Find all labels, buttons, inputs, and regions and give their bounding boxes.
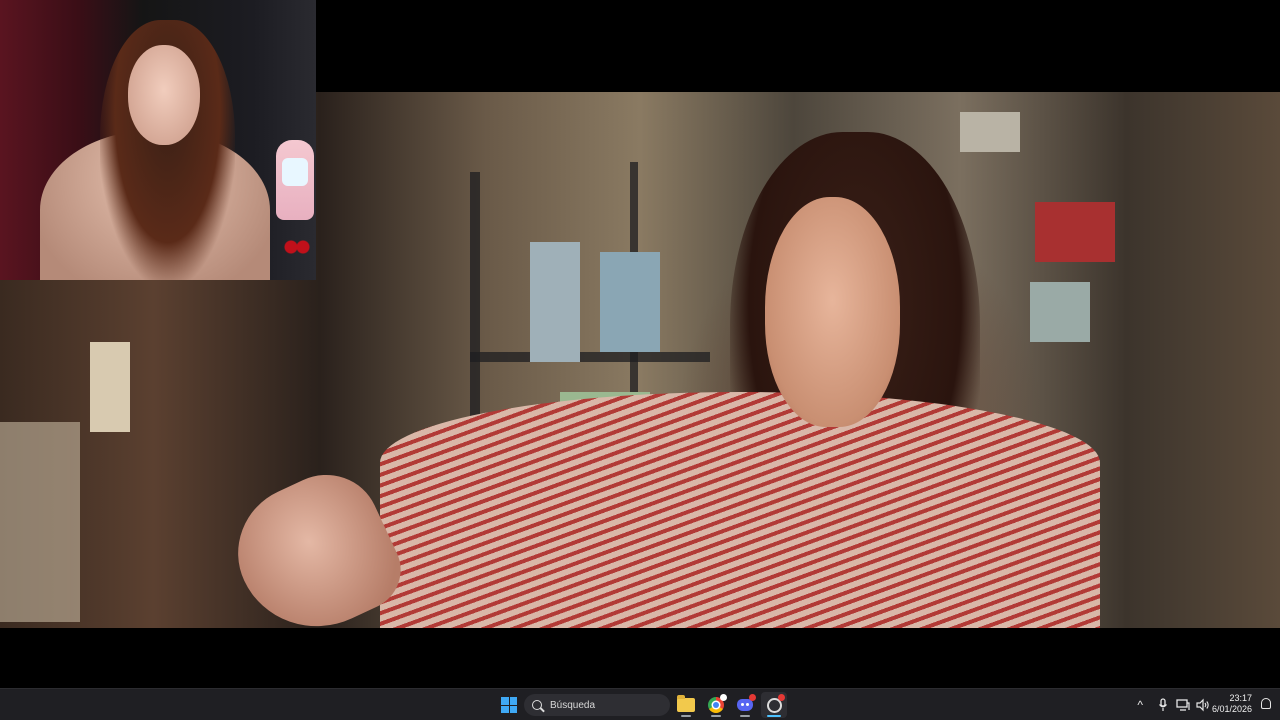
folder-icon [677,695,695,712]
network-icon[interactable] [1176,698,1190,716]
running-indicator [711,715,721,717]
active-indicator [767,715,781,717]
discord-button[interactable] [732,692,758,718]
file-explorer-button[interactable] [673,692,699,718]
clock-date: 6/01/2026 [1211,704,1252,714]
chrome-button[interactable] [703,692,729,718]
bookshelf-books [1030,282,1090,342]
taskbar: Búsqueda ^ 23:17 6/01/2026 [0,688,1280,720]
volume-icon[interactable] [1196,698,1210,716]
taskbar-search[interactable]: Búsqueda [524,694,670,716]
windows-icon [501,697,517,713]
box-item [600,252,660,352]
streamer-face [128,45,200,145]
obs-button[interactable] [761,692,787,718]
system-clock[interactable]: 23:17 6/01/2026 [1212,693,1252,715]
running-indicator [740,715,750,717]
recording-badge [778,694,785,701]
box-item [530,242,580,362]
bookshelf-books [960,112,1020,152]
running-indicator [681,715,691,717]
search-icon [532,700,542,710]
clock-time: 23:17 [1229,693,1252,703]
start-button[interactable] [496,692,522,718]
search-placeholder: Búsqueda [550,699,596,711]
notification-badge [720,694,727,701]
webcam-overlay [0,0,316,280]
notification-bell-icon[interactable] [1261,698,1271,709]
stacked-items [0,422,80,622]
microphone-light [282,158,308,186]
shelf-board [470,352,710,362]
bookshelf-books [1035,202,1115,262]
striped-shirt [380,392,1100,628]
notification-badge [749,694,756,701]
berry-decoration [282,236,312,258]
person-face [765,197,900,427]
wall-paper [90,342,130,432]
microphone-icon[interactable] [1158,698,1168,716]
show-hidden-icons-chevron[interactable]: ^ [1137,698,1143,712]
